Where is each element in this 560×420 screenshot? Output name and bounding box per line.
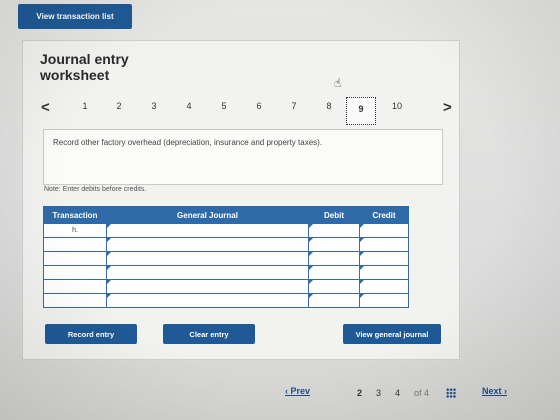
credit-input[interactable]	[359, 265, 409, 280]
pager-page-9-active[interactable]: 9	[346, 97, 376, 125]
credit-input[interactable]	[359, 279, 409, 294]
debit-input[interactable]	[308, 251, 360, 266]
pager-page-6[interactable]: 6	[249, 101, 269, 111]
debit-input[interactable]	[308, 279, 360, 294]
debit-input[interactable]	[308, 223, 360, 238]
transaction-cell	[43, 293, 107, 308]
table-row	[43, 279, 409, 294]
col-debit: Debit	[308, 206, 360, 224]
transaction-cell	[43, 279, 107, 294]
pager-next-icon[interactable]: >	[443, 99, 452, 116]
pager-prev-icon[interactable]: <	[41, 99, 50, 116]
next-label: Next	[482, 386, 502, 396]
question-page-2[interactable]: 2	[357, 388, 362, 398]
grid-icon[interactable]	[446, 388, 456, 398]
pager-page-1[interactable]: 1	[75, 101, 95, 111]
table-row	[43, 293, 409, 308]
transaction-cell	[43, 251, 107, 266]
credit-input[interactable]	[359, 251, 409, 266]
table-row	[43, 237, 409, 252]
transaction-cell: h.	[43, 223, 107, 238]
prev-link[interactable]: ‹ Prev	[285, 386, 310, 396]
pager-page-4[interactable]: 4	[179, 101, 199, 111]
next-link[interactable]: Next ›	[482, 386, 507, 396]
clear-entry-button[interactable]: Clear entry	[163, 324, 255, 344]
pager-page-5[interactable]: 5	[214, 101, 234, 111]
panel-title: Journal entry worksheet	[40, 51, 129, 83]
pager-page-3[interactable]: 3	[144, 101, 164, 111]
transaction-cell	[43, 237, 107, 252]
question-nav: ‹ Prev 2 3 4 of 4 Next ›	[0, 382, 560, 402]
general-journal-select[interactable]	[106, 265, 309, 280]
prev-label: Prev	[290, 386, 311, 396]
pager-page-2[interactable]: 2	[109, 101, 129, 111]
chevron-right-icon: ›	[504, 386, 508, 396]
question-page-3[interactable]: 3	[376, 388, 381, 398]
debit-input[interactable]	[308, 237, 360, 252]
credit-input[interactable]	[359, 223, 409, 238]
debit-input[interactable]	[308, 293, 360, 308]
general-journal-select[interactable]	[106, 251, 309, 266]
screen: View transaction list Journal entry work…	[0, 0, 560, 420]
view-general-journal-button[interactable]: View general journal	[343, 324, 441, 344]
col-credit: Credit	[359, 206, 409, 224]
record-entry-button[interactable]: Record entry	[45, 324, 137, 344]
pager-page-10[interactable]: 10	[387, 101, 407, 111]
entry-prompt: Record other factory overhead (depreciat…	[43, 129, 443, 185]
hand-cursor-icon: ☝	[334, 76, 342, 90]
general-journal-select[interactable]	[106, 223, 309, 238]
transaction-cell	[43, 265, 107, 280]
page-count: of 4	[414, 388, 430, 398]
col-transaction: Transaction	[43, 206, 107, 224]
pager-page-7[interactable]: 7	[284, 101, 304, 111]
entry-note: Note: Enter debits before credits.	[44, 186, 147, 193]
table-row	[43, 265, 409, 280]
table-row: h.	[43, 223, 409, 238]
general-journal-select[interactable]	[106, 293, 309, 308]
view-transaction-list-button[interactable]: View transaction list	[18, 4, 132, 29]
chevron-left-icon: ‹	[285, 386, 288, 396]
col-general-journal: General Journal	[106, 206, 309, 224]
table-row	[43, 251, 409, 266]
credit-input[interactable]	[359, 293, 409, 308]
debit-input[interactable]	[308, 265, 360, 280]
entry-pager: < 1 2 3 4 5 6 7 8 9 10 >	[37, 97, 455, 125]
question-page-4[interactable]: 4	[395, 388, 400, 398]
pager-page-8[interactable]: 8	[319, 101, 339, 111]
journal-table: Transaction General Journal Debit Credit…	[43, 206, 409, 308]
general-journal-select[interactable]	[106, 279, 309, 294]
general-journal-select[interactable]	[106, 237, 309, 252]
credit-input[interactable]	[359, 237, 409, 252]
journal-entry-panel: Journal entry worksheet < 1 2 3 4 5 6 7 …	[22, 40, 460, 360]
